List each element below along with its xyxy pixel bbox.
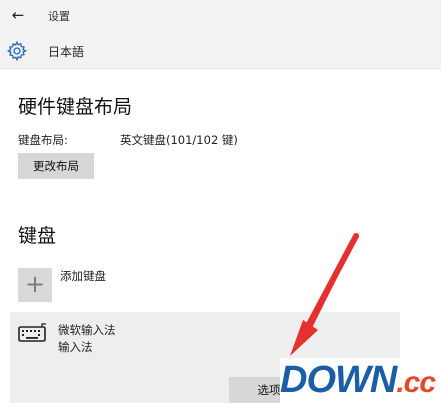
- layout-value: 英文键盘(101/102 键): [120, 133, 238, 147]
- site-watermark-logo: DOWN.cc: [280, 358, 441, 403]
- page-title: 日本語: [48, 45, 85, 59]
- keyboard-icon: [18, 323, 46, 342]
- keyboards-heading: 键盘: [18, 225, 57, 247]
- add-keyboard-link[interactable]: 添加键盘: [60, 268, 106, 284]
- page-header: 日本語: [0, 34, 441, 69]
- title-bar: ← 设置: [0, 0, 441, 34]
- ime-name: 微软输入法: [58, 323, 116, 337]
- layout-label: 键盘布局:: [18, 133, 68, 147]
- change-layout-button[interactable]: 更改布局: [18, 153, 94, 179]
- app-title: 设置: [48, 10, 70, 23]
- gear-icon: [6, 40, 28, 62]
- plus-icon[interactable]: +: [18, 268, 52, 302]
- ime-subtitle: 输入法: [58, 340, 93, 354]
- back-arrow-icon[interactable]: ←: [8, 4, 28, 26]
- hardware-layout-heading: 硬件键盘布局: [18, 96, 133, 118]
